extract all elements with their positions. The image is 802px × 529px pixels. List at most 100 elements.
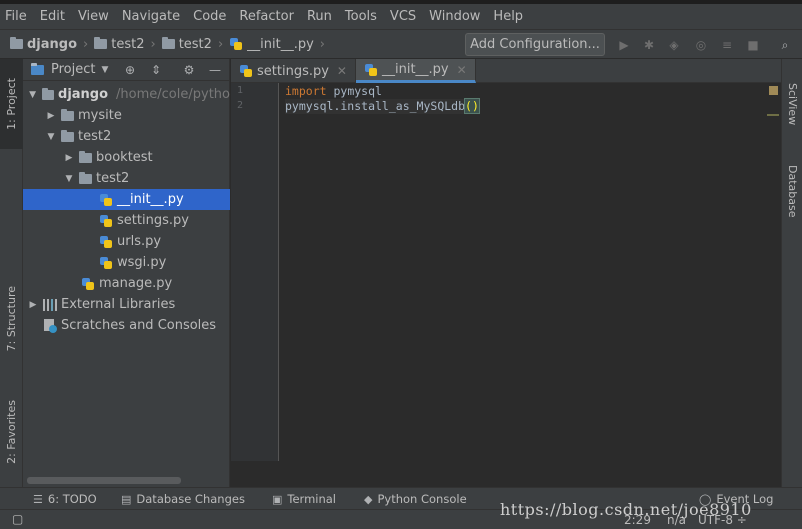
tree-item-label: booktest: [96, 150, 153, 165]
gear-icon[interactable]: ⚙: [181, 62, 197, 78]
concurrency-icon[interactable]: ≡: [720, 38, 734, 52]
tree-item-test2-inner[interactable]: ▼ test2: [23, 168, 230, 189]
breadcrumb-test2-outer[interactable]: test2 ›: [94, 37, 156, 52]
collapse-arrow-icon[interactable]: ▶: [45, 111, 57, 121]
tree-item-booktest[interactable]: ▶ booktest: [23, 147, 230, 168]
collapse-arrow-icon[interactable]: ▶: [27, 300, 39, 310]
code-editor[interactable]: 1 2 import pymysql pymysql.install_as_My…: [231, 83, 781, 487]
menu-file[interactable]: File: [5, 9, 27, 24]
tree-item-label: django: [58, 87, 109, 102]
folder-icon: [61, 129, 74, 142]
code-text: pymysql.install_as_MySQLdb: [285, 99, 466, 113]
tab-init-py[interactable]: __init__.py ✕: [355, 59, 476, 83]
tab-project-label: 1: Project: [5, 78, 18, 130]
expand-arrow-icon[interactable]: ▼: [45, 132, 57, 142]
tab-settings-py[interactable]: settings.py ✕: [231, 59, 356, 83]
tree-item-label: urls.py: [117, 234, 162, 249]
database-icon: ▤: [121, 492, 132, 506]
tree-item-test2[interactable]: ▼ test2: [23, 126, 230, 147]
tool-terminal[interactable]: ▣ Terminal: [272, 492, 336, 506]
chevron-right-icon: ›: [319, 36, 325, 52]
menu-help[interactable]: Help: [493, 9, 523, 24]
tree-item-settings-py[interactable]: settings.py: [23, 210, 230, 231]
menu-vcs[interactable]: VCS: [390, 9, 416, 24]
tool-python-console[interactable]: ◆ Python Console: [364, 492, 467, 506]
tree-item-mysite[interactable]: ▶ mysite: [23, 105, 230, 126]
add-configuration-button[interactable]: Add Configuration...: [465, 33, 605, 56]
matched-parens: (): [464, 98, 480, 114]
tree-item-label: External Libraries: [61, 297, 176, 312]
chevron-down-icon[interactable]: ▼: [101, 65, 108, 75]
menu-navigate[interactable]: Navigate: [122, 9, 180, 24]
code-content[interactable]: import pymysql pymysql.install_as_MySQLd…: [285, 84, 480, 114]
breadcrumb-test2-inner[interactable]: test2 ›: [161, 36, 223, 52]
tree-item-urls-py[interactable]: urls.py: [23, 231, 230, 252]
run-icon[interactable]: ▶: [617, 38, 631, 52]
expand-arrow-icon[interactable]: ▼: [27, 90, 38, 100]
tree-item-manage-py[interactable]: manage.py: [23, 273, 230, 294]
tree-item-label: __init__.py: [117, 192, 184, 207]
tree-item-label: test2: [96, 171, 130, 186]
tool-todo[interactable]: ☰ 6: TODO: [33, 492, 97, 506]
python-file-icon: [99, 193, 113, 207]
breadcrumb-init-py[interactable]: __init__.py ›: [229, 37, 325, 52]
debug-icon[interactable]: ✱: [642, 38, 656, 52]
menu-window[interactable]: Window: [429, 9, 480, 24]
tab-sciview[interactable]: SciView: [782, 67, 802, 142]
list-icon: ☰: [33, 492, 43, 506]
folder-icon: [79, 150, 92, 163]
tab-favorites-label: 2: Favorites: [5, 399, 18, 464]
toggle-tool-windows-icon[interactable]: ▢: [12, 512, 23, 526]
editor-bottom: [231, 461, 781, 487]
library-icon: [43, 298, 57, 311]
warning-stripe[interactable]: [767, 114, 779, 116]
tree-item-label: test2: [78, 129, 112, 144]
tree-item-external-libraries[interactable]: ▶ External Libraries: [23, 294, 230, 315]
tab-favorites[interactable]: 2: Favorites: [0, 384, 23, 479]
tree-item-path: /home/cole/pytho: [116, 87, 230, 102]
python-file-icon: [364, 63, 378, 77]
line-number: 1: [237, 85, 244, 96]
coverage-icon[interactable]: ◈: [667, 38, 681, 52]
menu-refactor[interactable]: Refactor: [239, 9, 294, 24]
tree-item-scratches[interactable]: Scratches and Consoles: [23, 315, 230, 336]
collapse-arrow-icon[interactable]: ▶: [63, 153, 75, 163]
stop-icon[interactable]: ■: [746, 38, 760, 52]
tree-item-label: wsgi.py: [117, 255, 167, 270]
menu-tools[interactable]: Tools: [345, 9, 377, 24]
search-icon[interactable]: ⌕: [778, 38, 792, 52]
menu-view[interactable]: View: [78, 9, 109, 24]
breadcrumb-django[interactable]: django ›: [10, 37, 88, 52]
tab-database[interactable]: Database: [782, 151, 802, 231]
tab-structure[interactable]: 7: Structure: [0, 274, 23, 364]
tab-database-label: Database: [786, 164, 799, 218]
editor-tabs: settings.py ✕ __init__.py ✕: [231, 59, 781, 83]
locate-icon[interactable]: ⊕: [122, 62, 138, 78]
python-file-icon: [99, 256, 113, 270]
collapse-all-icon[interactable]: ⇕: [148, 62, 164, 78]
line-number: 2: [237, 100, 244, 111]
tree-item-init-py[interactable]: __init__.py: [23, 189, 230, 210]
horizontal-scrollbar[interactable]: [27, 477, 181, 484]
menu-code[interactable]: Code: [193, 9, 226, 24]
tree-item-wsgi-py[interactable]: wsgi.py: [23, 252, 230, 273]
hide-icon[interactable]: —: [207, 62, 223, 78]
project-tree: ▼ django /home/cole/pytho ▶ mysite ▼ tes…: [23, 84, 230, 336]
close-icon[interactable]: ✕: [337, 64, 347, 78]
tab-project[interactable]: 1: Project: [0, 59, 23, 149]
tree-item-label: manage.py: [99, 276, 173, 291]
expand-arrow-icon[interactable]: ▼: [63, 174, 75, 184]
tool-label: Python Console: [377, 492, 467, 506]
folder-icon: [79, 171, 92, 184]
inspection-marker[interactable]: [769, 86, 778, 95]
folder-icon: [161, 37, 175, 49]
project-panel-title[interactable]: Project: [51, 62, 95, 77]
folder-icon: [42, 87, 55, 100]
tool-database-changes[interactable]: ▤ Database Changes: [121, 492, 245, 506]
breadcrumb-label: test2: [178, 36, 212, 52]
tree-item-django[interactable]: ▼ django /home/cole/pytho: [23, 84, 230, 105]
profile-icon[interactable]: ◎: [694, 38, 708, 52]
menu-run[interactable]: Run: [307, 9, 332, 24]
menu-edit[interactable]: Edit: [40, 9, 65, 24]
close-icon[interactable]: ✕: [457, 63, 467, 77]
